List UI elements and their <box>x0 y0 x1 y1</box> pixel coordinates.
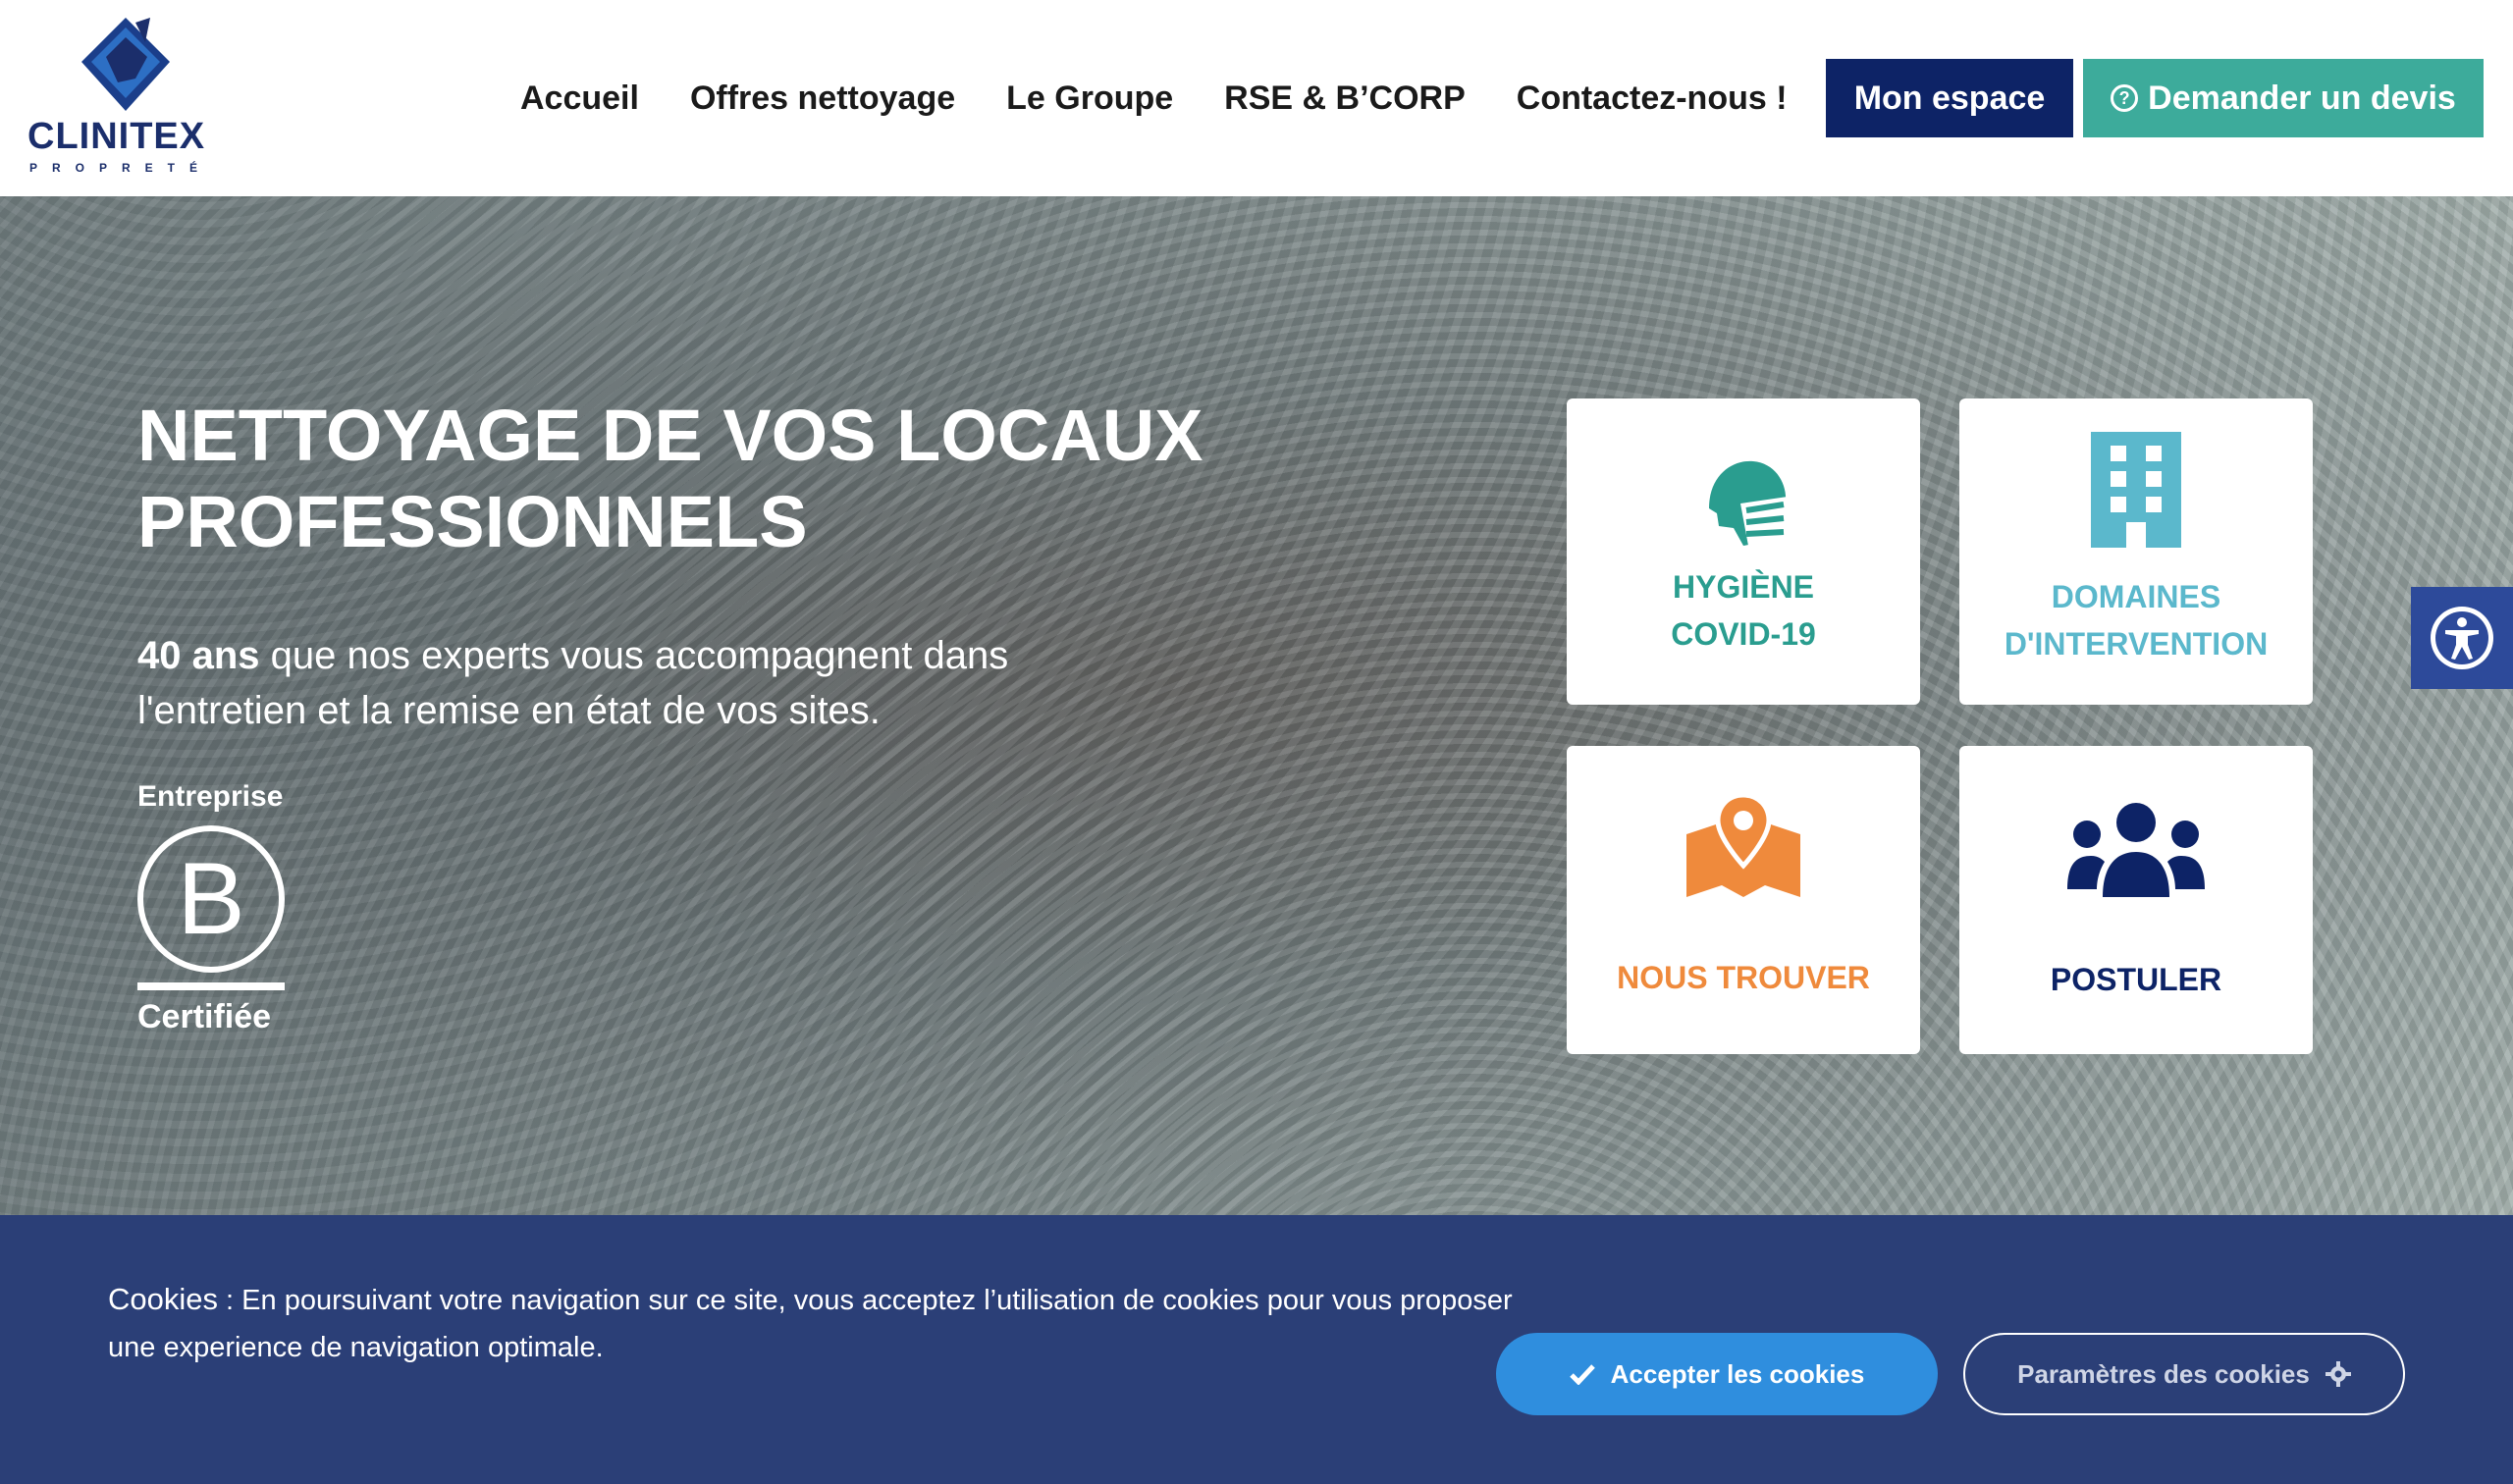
bcorp-bottom-text: Certifiée <box>137 998 272 1035</box>
site-header: CLINITEX PROPRETÉ Accueil Offres nettoya… <box>0 0 2513 196</box>
accept-cookies-label: Accepter les cookies <box>1610 1358 1865 1389</box>
nav-accueil[interactable]: Accueil <box>520 80 639 118</box>
hero-desc-rest: que nos experts vous accompagnent dans <box>259 634 1009 677</box>
check-icon <box>1569 1364 1595 1385</box>
card-domaines-line2: D'INTERVENTION <box>2004 626 2269 662</box>
cookie-settings-button[interactable]: Paramètres des cookies <box>1963 1333 2405 1415</box>
card-hygiene-covid[interactable]: HYGIÈNE COVID-19 <box>1567 398 1920 705</box>
card-postuler-label: POSTULER <box>2050 962 2222 997</box>
question-circle-icon: ? <box>2111 84 2139 112</box>
cookie-settings-label: Paramètres des cookies <box>2017 1358 2310 1389</box>
accept-cookies-button[interactable]: Accepter les cookies <box>1496 1333 1938 1415</box>
hero-desc-line2: l'entretien et la remise en état de vos … <box>137 689 881 732</box>
nav-contactez-nous[interactable]: Contactez-nous ! <box>1517 80 1788 118</box>
cookie-banner: Cookies : En poursuivant votre navigatio… <box>0 1215 2513 1484</box>
bcorp-badge: Entreprise B Certifiée <box>137 780 294 1035</box>
card-hygiene-label: HYGIÈNE COVID-19 <box>1671 563 1816 658</box>
gear-icon <box>2325 1361 2351 1387</box>
cookie-message: : En poursuivant votre navigation sur ce… <box>108 1285 1513 1363</box>
hero-title-line1: NETTOYAGE DE VOS LOCAUX <box>137 395 1203 476</box>
bcorp-bar <box>137 982 285 990</box>
card-domaines-line1: DOMAINES <box>2051 579 2221 614</box>
mon-espace-button[interactable]: Mon espace <box>1826 59 2073 137</box>
users-icon <box>2067 803 2205 897</box>
cookie-lead: Cookies <box>108 1282 218 1316</box>
map-pin-icon <box>1686 795 1800 897</box>
hero-section: NETTOYAGE DE VOS LOCAUX PROFESSIONNELS 4… <box>0 196 2513 1217</box>
hero-desc-bold: 40 ans <box>137 634 260 677</box>
accessibility-button[interactable] <box>2411 587 2513 689</box>
card-nous-trouver-label: NOUS TROUVER <box>1617 960 1870 995</box>
demander-devis-label: Demander un devis <box>2148 79 2456 117</box>
clinitex-logo[interactable]: CLINITEX PROPRETÉ <box>27 18 224 180</box>
nav-le-groupe[interactable]: Le Groupe <box>1006 80 1173 118</box>
hero-description: 40 ans que nos experts vous accompagnent… <box>137 628 1217 738</box>
card-hygiene-line2: COVID-19 <box>1671 616 1816 652</box>
cookie-text: Cookies : En poursuivant votre navigatio… <box>108 1276 1522 1371</box>
card-domaines-intervention[interactable]: DOMAINES D'INTERVENTION <box>1959 398 2313 705</box>
hero-title: NETTOYAGE DE VOS LOCAUX PROFESSIONNELS <box>137 393 1414 565</box>
card-hygiene-line1: HYGIÈNE <box>1672 569 1815 605</box>
demander-devis-button[interactable]: ? Demander un devis <box>2083 59 2484 137</box>
logo-wordmark: CLINITEX <box>27 116 206 157</box>
nav-rse-bcorp[interactable]: RSE & B’CORP <box>1224 80 1466 118</box>
accessibility-icon <box>2431 607 2493 669</box>
card-domaines-label: DOMAINES D'INTERVENTION <box>2005 573 2268 667</box>
nav-offres-nettoyage[interactable]: Offres nettoyage <box>690 80 955 118</box>
head-mask-icon <box>1709 460 1788 546</box>
building-icon <box>2091 432 2181 548</box>
main-nav: Accueil Offres nettoyage Le Groupe RSE &… <box>520 59 1839 137</box>
logo-mark-icon <box>81 18 170 111</box>
hero-title-line2: PROFESSIONNELS <box>137 481 808 562</box>
logo-subtitle: PROPRETÉ <box>29 161 213 175</box>
card-postuler[interactable]: POSTULER <box>1959 746 2313 1054</box>
card-nous-trouver[interactable]: NOUS TROUVER <box>1567 746 1920 1054</box>
bcorp-top-text: Entreprise <box>137 780 284 813</box>
bcorp-b-icon: B <box>137 825 285 973</box>
